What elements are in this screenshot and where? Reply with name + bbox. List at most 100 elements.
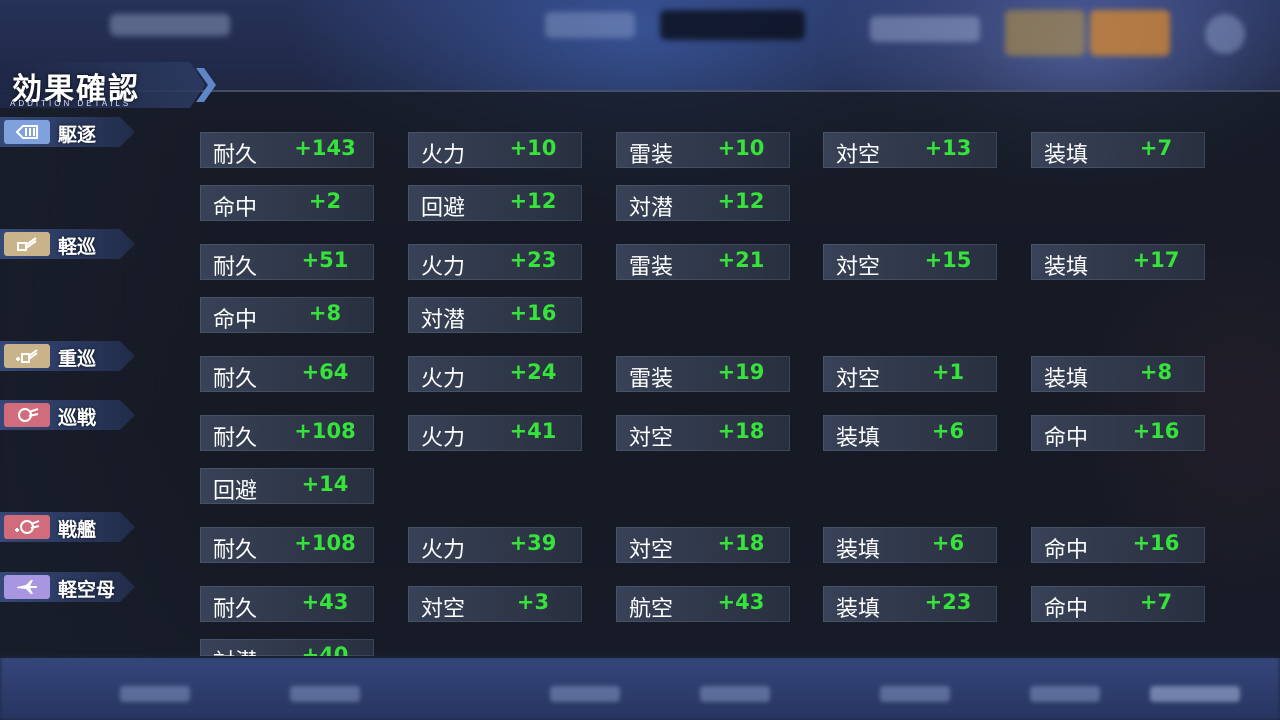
stat-name: 航空	[629, 597, 674, 622]
stat-value: +39	[509, 531, 557, 555]
stat-cell: 耐久 +108	[200, 527, 374, 563]
stat-name: 命中	[1044, 538, 1089, 563]
stat-name: 耐久	[213, 143, 258, 168]
stat-name: 対空	[629, 538, 674, 563]
stat-cell: 命中 +7	[1031, 586, 1205, 622]
battleship-icon	[4, 515, 50, 539]
stat-cell: 対潜 +40	[200, 639, 374, 656]
category-label: 重巡	[58, 348, 97, 370]
destroyer-icon	[4, 120, 50, 144]
stat-cell: 対空 +18	[616, 527, 790, 563]
stat-value: +51	[301, 248, 349, 272]
stat-name: 対空	[836, 143, 881, 168]
stat-cell: 装填 +23	[823, 586, 997, 622]
stat-value: +23	[924, 590, 972, 614]
stat-name: 対潜	[421, 308, 466, 333]
stat-cell: 命中 +16	[1031, 415, 1205, 451]
stat-name: 命中	[213, 196, 258, 221]
stat-value: +2	[308, 189, 342, 213]
stat-cell: 火力 +39	[408, 527, 582, 563]
stat-value: +13	[924, 136, 972, 160]
category-light-carrier: 軽空母	[0, 572, 135, 602]
stat-value: +1	[931, 360, 965, 384]
stat-value: +15	[924, 248, 972, 272]
stat-name: 雷装	[629, 255, 674, 280]
page-subtitle: ADDITION DETAILS	[10, 99, 132, 108]
stat-name: 命中	[213, 308, 258, 333]
stat-cell: 対空 +18	[616, 415, 790, 451]
stat-name: 耐久	[213, 597, 258, 622]
category-light-cruiser: 軽巡	[0, 229, 135, 259]
stat-value: +12	[717, 189, 765, 213]
stat-name: 装填	[1044, 143, 1089, 168]
stat-cell: 対空 +3	[408, 586, 582, 622]
light-cruiser-icon	[4, 232, 50, 256]
stat-name: 火力	[421, 538, 466, 563]
stat-cell: 耐久 +108	[200, 415, 374, 451]
stat-cell: 命中 +8	[200, 297, 374, 333]
category-heavy-cruiser: 重巡	[0, 341, 135, 371]
stat-value: +24	[509, 360, 557, 384]
stat-value: +40	[301, 643, 349, 656]
stat-name: 耐久	[213, 367, 258, 392]
stat-cell: 耐久 +51	[200, 244, 374, 280]
stat-cell: 雷装 +10	[616, 132, 790, 168]
stat-value: +16	[509, 301, 557, 325]
stat-cell: 火力 +23	[408, 244, 582, 280]
category-label: 戦艦	[58, 519, 97, 541]
stat-name: 回避	[421, 196, 466, 221]
stat-name: 雷装	[629, 143, 674, 168]
stat-cell: 回避 +14	[200, 468, 374, 504]
stat-name: 対空	[421, 597, 466, 622]
stat-cell: 装填 +6	[823, 415, 997, 451]
category-battlecruiser: 巡戦	[0, 400, 135, 430]
stat-name: 対潜	[629, 196, 674, 221]
stat-name: 火力	[421, 367, 466, 392]
stat-cell: 装填 +17	[1031, 244, 1205, 280]
stat-cell: 命中 +2	[200, 185, 374, 221]
category-label: 駆逐	[58, 124, 97, 146]
stat-value: +16	[1132, 531, 1180, 555]
stat-name: 装填	[836, 597, 881, 622]
stat-value: +3	[516, 590, 550, 614]
stat-name: 装填	[836, 426, 881, 451]
light-carrier-icon	[4, 575, 50, 599]
stat-name: 対空	[629, 426, 674, 451]
category-label: 巡戦	[58, 407, 97, 429]
stat-cell: 命中 +16	[1031, 527, 1205, 563]
stat-cell: 装填 +6	[823, 527, 997, 563]
stat-name: 装填	[836, 538, 881, 563]
stat-name: 対空	[836, 367, 881, 392]
stat-value: +43	[717, 590, 765, 614]
stat-cell: 航空 +43	[616, 586, 790, 622]
stat-name: 命中	[1044, 426, 1089, 451]
stat-value: +21	[717, 248, 765, 272]
stat-name: 火力	[421, 143, 466, 168]
stat-name: 装填	[1044, 367, 1089, 392]
stat-value: +18	[717, 531, 765, 555]
stat-value: +10	[717, 136, 765, 160]
stat-value: +8	[308, 301, 342, 325]
stat-name: 火力	[421, 255, 466, 280]
category-label: 軽巡	[58, 236, 97, 258]
stat-cell: 耐久 +143	[200, 132, 374, 168]
stat-value: +7	[1139, 136, 1173, 160]
stat-value: +23	[509, 248, 557, 272]
stat-value: +12	[509, 189, 557, 213]
stat-cell: 火力 +10	[408, 132, 582, 168]
stat-value: +6	[931, 419, 965, 443]
bottom-bar-blurred	[0, 656, 1280, 720]
stat-name: 対空	[836, 255, 881, 280]
stat-name: 対潜	[213, 644, 257, 656]
stat-name: 火力	[421, 426, 466, 451]
heavy-cruiser-icon	[4, 344, 50, 368]
stat-cell: 対空 +13	[823, 132, 997, 168]
stat-value: +8	[1139, 360, 1173, 384]
stat-name: 耐久	[213, 538, 258, 563]
stat-value: +108	[294, 419, 356, 443]
stat-cell: 対空 +1	[823, 356, 997, 392]
stat-value: +7	[1139, 590, 1173, 614]
stat-value: +14	[301, 472, 349, 496]
stat-cell: 耐久 +43	[200, 586, 374, 622]
stat-value: +16	[1132, 419, 1180, 443]
